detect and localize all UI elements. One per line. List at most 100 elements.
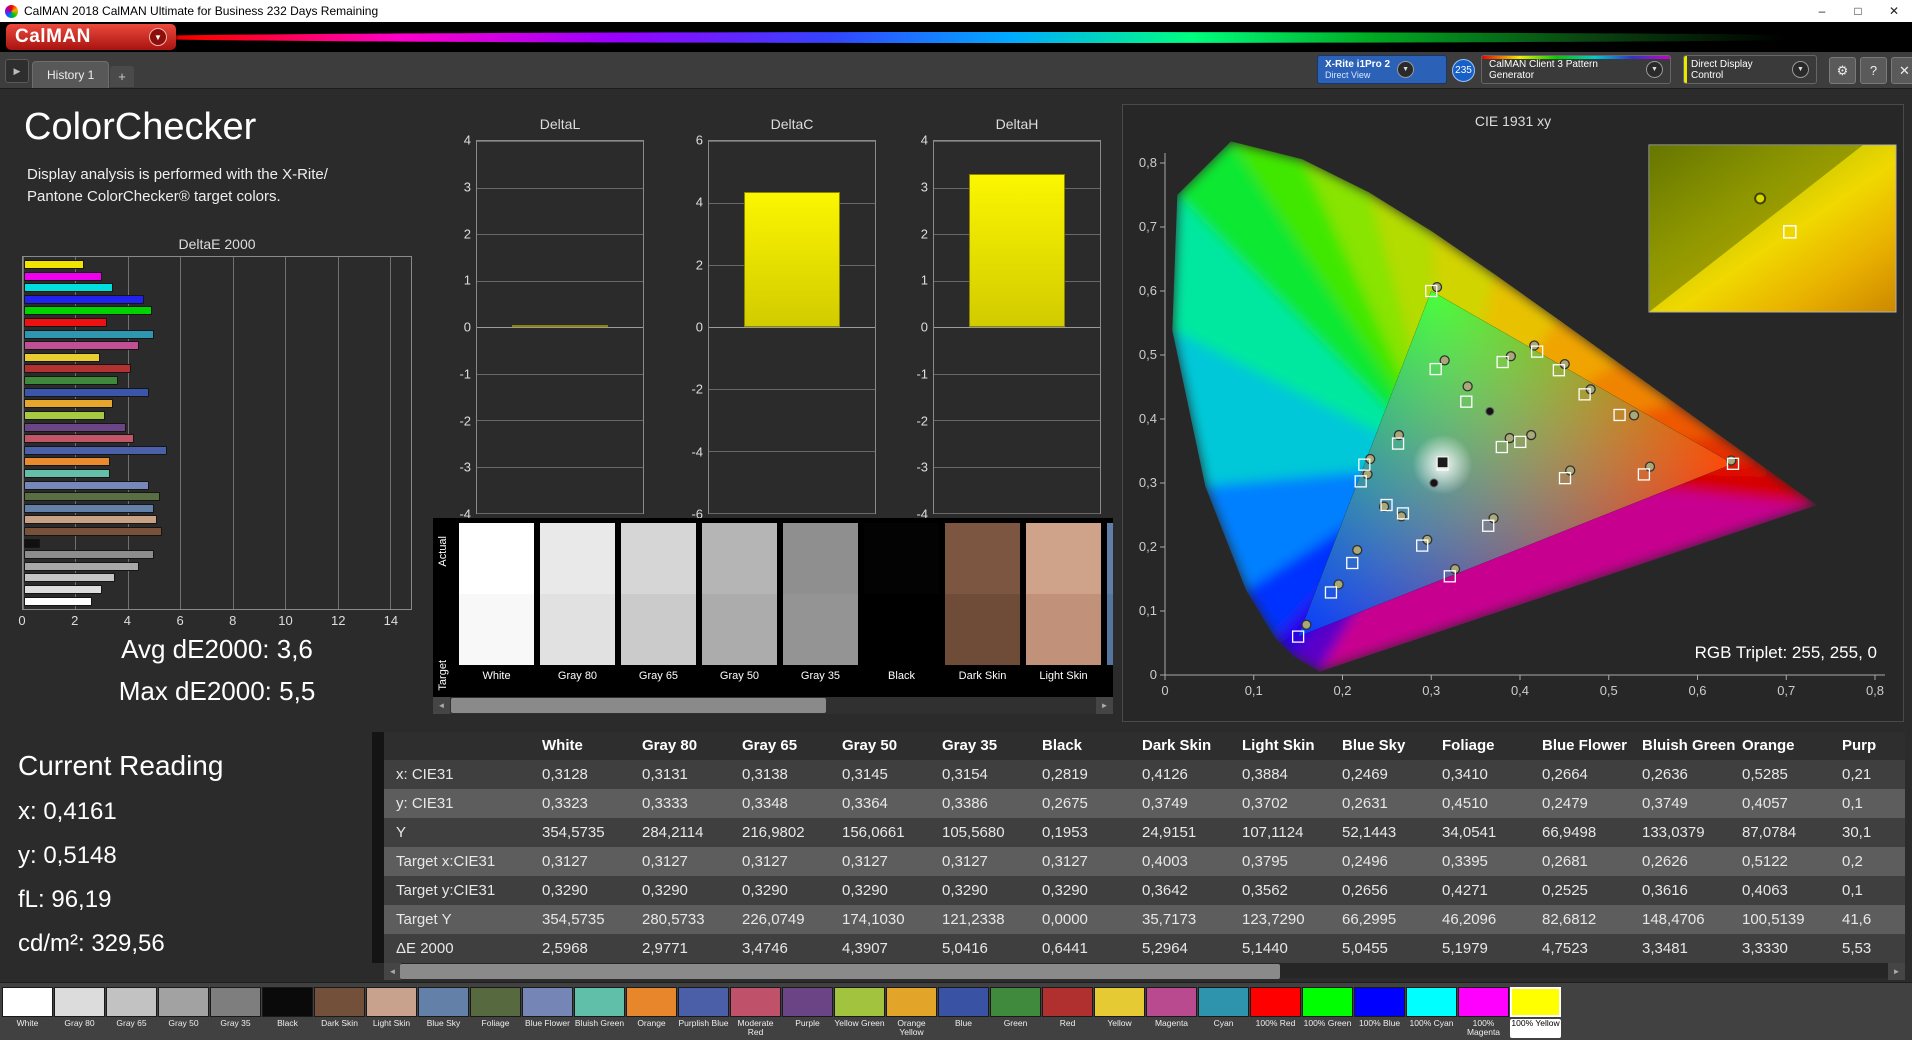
table-cell: 107,1124 bbox=[1242, 824, 1304, 841]
patch-yellow[interactable]: Yellow bbox=[1094, 987, 1145, 1038]
tab-history-1[interactable]: History 1 bbox=[32, 61, 110, 88]
pattern-generator-dropdown[interactable]: CalMAN Client 3 Pattern Generator ▼ bbox=[1481, 55, 1671, 84]
patch-white[interactable]: White bbox=[2, 987, 53, 1038]
patch-magenta[interactable]: Magenta bbox=[1146, 987, 1197, 1038]
axis-tick-label: -2 bbox=[916, 413, 928, 428]
patch-label: Yellow Green bbox=[834, 1019, 885, 1028]
chevron-down-icon[interactable]: ▼ bbox=[1397, 61, 1415, 78]
scroll-right-icon[interactable]: ► bbox=[1096, 697, 1113, 714]
patch-cyan[interactable]: Cyan bbox=[1198, 987, 1249, 1038]
patch-100-red[interactable]: 100% Red bbox=[1250, 987, 1301, 1038]
table-cell: 87,0784 bbox=[1742, 824, 1797, 841]
patch-purplish-blue[interactable]: Purplish Blue bbox=[678, 987, 729, 1038]
row-label: Y bbox=[396, 824, 407, 841]
swatch-label: White bbox=[482, 670, 511, 682]
scroll-right-icon[interactable]: ► bbox=[1888, 963, 1905, 980]
add-tab-button[interactable]: + bbox=[110, 66, 134, 87]
patch-orange[interactable]: Orange bbox=[626, 987, 677, 1038]
table-cell: 0,3127 bbox=[1042, 853, 1088, 870]
axis-tick-label: 14 bbox=[383, 613, 399, 628]
svg-text:0,7: 0,7 bbox=[1139, 219, 1157, 234]
table-scrollbar[interactable]: ◄ ► bbox=[384, 963, 1905, 980]
table-cell: 0,3749 bbox=[1142, 795, 1188, 812]
table-cell: 0,2819 bbox=[1042, 766, 1088, 783]
patch-label: Green bbox=[1003, 1019, 1028, 1028]
deltae-bar bbox=[24, 422, 126, 432]
minimize-button[interactable]: – bbox=[1804, 0, 1840, 22]
swatch-actual bbox=[702, 523, 777, 594]
display-control-dropdown[interactable]: Direct Display Control ▼ bbox=[1683, 55, 1817, 84]
patch-100-green[interactable]: 100% Green bbox=[1302, 987, 1353, 1038]
patch-dark-skin[interactable]: Dark Skin bbox=[314, 987, 365, 1038]
patch-bluish-green[interactable]: Bluish Green bbox=[574, 987, 625, 1038]
table-cell: 216,9802 bbox=[742, 824, 805, 841]
table-cell: 156,0661 bbox=[842, 824, 905, 841]
chevron-down-icon[interactable]: ▼ bbox=[1792, 61, 1809, 78]
patch-blue[interactable]: Blue bbox=[938, 987, 989, 1038]
table-cell: 66,2995 bbox=[1342, 911, 1397, 928]
patch-100-blue[interactable]: 100% Blue bbox=[1354, 987, 1405, 1038]
patch-100-yellow[interactable]: 100% Yellow bbox=[1510, 987, 1561, 1038]
table-cell: 0,3127 bbox=[542, 853, 588, 870]
nav-arrow-button[interactable]: ▶ bbox=[5, 59, 29, 83]
patch-orange-yellow[interactable]: Orange Yellow bbox=[886, 987, 937, 1038]
patch-yellow-green[interactable]: Yellow Green bbox=[834, 987, 885, 1038]
patch-gray-65[interactable]: Gray 65 bbox=[106, 987, 157, 1038]
avg-de2000: Avg dE2000: 3,6 bbox=[121, 634, 313, 664]
table-cell: 0,4003 bbox=[1142, 853, 1188, 870]
patch-moderate-red[interactable]: Moderate Red bbox=[730, 987, 781, 1038]
patch-blue-flower[interactable]: Blue Flower bbox=[522, 987, 573, 1038]
scrollbar-thumb[interactable] bbox=[451, 698, 826, 713]
patch-label: Orange bbox=[637, 1019, 666, 1028]
table-cell: 0,3131 bbox=[642, 766, 688, 783]
patch-color bbox=[1458, 987, 1509, 1017]
settings-button[interactable]: ⚙ bbox=[1829, 57, 1856, 84]
patch-foliage[interactable]: Foliage bbox=[470, 987, 521, 1038]
patch-gray-50[interactable]: Gray 50 bbox=[158, 987, 209, 1038]
patch-color bbox=[1094, 987, 1145, 1017]
meter-dropdown[interactable]: X-Rite i1Pro 2 Direct View ▼ bbox=[1317, 55, 1447, 84]
scrollbar-thumb[interactable] bbox=[400, 964, 1280, 979]
gridline bbox=[934, 373, 1100, 375]
patch-light-skin[interactable]: Light Skin bbox=[366, 987, 417, 1038]
column-header: Dark Skin bbox=[1142, 737, 1212, 754]
patch-gray-35[interactable]: Gray 35 bbox=[210, 987, 261, 1038]
swatch-label: Gray 65 bbox=[638, 670, 679, 682]
patch-gray-80[interactable]: Gray 80 bbox=[54, 987, 105, 1038]
table-cell: 0,3884 bbox=[1242, 766, 1288, 783]
deltae-bar bbox=[24, 318, 108, 328]
tab-bar: ▶ History 1 + X-Rite i1Pro 2 Direct View… bbox=[0, 52, 1912, 89]
close-workspace-button[interactable]: ✕ bbox=[1891, 57, 1912, 84]
column-header: Orange bbox=[1742, 737, 1795, 754]
table-cell: 0,3138 bbox=[742, 766, 788, 783]
table-cell: 0,1 bbox=[1842, 795, 1863, 812]
patch-100-cyan[interactable]: 100% Cyan bbox=[1406, 987, 1457, 1038]
table-cell: 0,4271 bbox=[1442, 882, 1488, 899]
table-cell: 0,2636 bbox=[1642, 766, 1688, 783]
close-button[interactable]: ✕ bbox=[1876, 0, 1912, 22]
scroll-left-icon[interactable]: ◄ bbox=[433, 697, 450, 714]
chevron-down-icon[interactable]: ▼ bbox=[1646, 61, 1663, 78]
swatch-label: Gray 80 bbox=[557, 670, 598, 682]
table-cell: 0,3795 bbox=[1242, 853, 1288, 870]
patch-purple[interactable]: Purple bbox=[782, 987, 833, 1038]
table-cell: 5,2964 bbox=[1142, 940, 1188, 957]
calman-menu-button[interactable]: CalMAN ▼ bbox=[6, 24, 176, 50]
patch-green[interactable]: Green bbox=[990, 987, 1041, 1038]
patch-color bbox=[2, 987, 53, 1017]
swatch-scrollbar[interactable]: ◄ ► bbox=[433, 697, 1113, 714]
patch-100-magenta[interactable]: 100% Magenta bbox=[1458, 987, 1509, 1038]
table-cell: 0,1953 bbox=[1042, 824, 1088, 841]
help-button[interactable]: ? bbox=[1860, 57, 1887, 84]
column-header: Blue Flower bbox=[1542, 737, 1628, 754]
table-cell: 0,2496 bbox=[1342, 853, 1388, 870]
maximize-button[interactable]: □ bbox=[1840, 0, 1876, 22]
deltae-bar bbox=[24, 434, 134, 444]
table-cell: 133,0379 bbox=[1642, 824, 1705, 841]
patch-blue-sky[interactable]: Blue Sky bbox=[418, 987, 469, 1038]
patch-black[interactable]: Black bbox=[262, 987, 313, 1038]
scroll-left-icon[interactable]: ◄ bbox=[384, 963, 401, 980]
reading-cd: cd/m²: 329,56 bbox=[18, 930, 165, 957]
gridline bbox=[477, 141, 643, 142]
patch-red[interactable]: Red bbox=[1042, 987, 1093, 1038]
